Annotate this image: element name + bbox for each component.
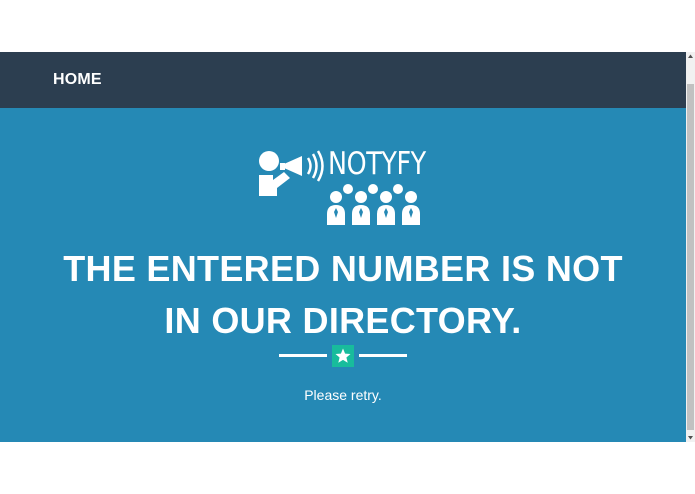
- star-divider: [279, 345, 407, 367]
- top-navbar: HOME: [0, 52, 686, 108]
- headline-line-2: IN OUR DIRECTORY.: [164, 300, 522, 341]
- divider-line-left: [279, 354, 327, 357]
- scrollbar-thumb[interactable]: [687, 84, 694, 430]
- divider-line-right: [359, 354, 407, 357]
- retry-message: Please retry.: [304, 387, 382, 403]
- error-hero: NOTYFY THE ENTERED NUMBER IS NOT IN OUR …: [0, 108, 686, 442]
- headline-line-1: THE ENTERED NUMBER IS NOT: [63, 248, 623, 289]
- notyfy-logo: NOTYFY: [256, 146, 436, 228]
- star-badge: [332, 345, 354, 367]
- nav-home-link[interactable]: HOME: [53, 71, 102, 89]
- page: HOME NOTYFY THE ENTERED NUMBER IS NOT IN…: [0, 0, 686, 494]
- star-icon: [335, 348, 351, 363]
- error-headline: THE ENTERED NUMBER IS NOT IN OUR DIRECTO…: [0, 243, 686, 347]
- scroll-down-arrow-icon[interactable]: [686, 433, 695, 442]
- vertical-scrollbar[interactable]: [686, 52, 695, 442]
- scroll-up-arrow-icon[interactable]: [686, 52, 695, 61]
- logo-wordmark: NOTYFY: [328, 146, 426, 182]
